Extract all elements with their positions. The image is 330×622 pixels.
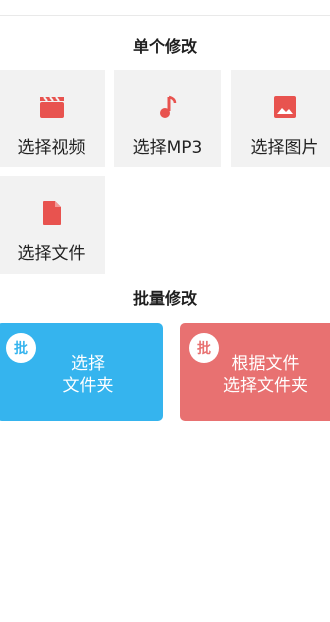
video-clapper-icon xyxy=(39,96,64,118)
select-mp3-tile[interactable]: 选择MP3 xyxy=(114,70,221,167)
batch-by-file-text: 根据文件 选择文件夹 xyxy=(188,353,330,397)
select-video-label: 选择视频 xyxy=(17,138,86,158)
select-image-tile[interactable]: 选择图片 xyxy=(231,70,330,167)
music-note-icon xyxy=(159,95,176,118)
batch-by-file-line2: 选择文件夹 xyxy=(223,376,308,396)
file-icon xyxy=(42,201,61,225)
batch-by-file-card[interactable]: 批 根据文件 选择文件夹 xyxy=(180,323,330,421)
select-file-tile[interactable]: 选择文件 xyxy=(0,176,105,274)
batch-edit-title: 批量修改 xyxy=(132,289,197,308)
single-edit-title: 单个修改 xyxy=(132,37,197,56)
select-mp3-label: 选择MP3 xyxy=(132,138,203,158)
batch-select-folder-card[interactable]: 批 选择 文件夹 xyxy=(0,323,163,421)
batch-by-file-line1: 根据文件 xyxy=(231,354,300,374)
batch-folder-line1: 选择 xyxy=(71,354,105,374)
select-image-label: 选择图片 xyxy=(250,138,319,158)
image-icon xyxy=(273,96,296,118)
select-video-tile[interactable]: 选择视频 xyxy=(0,70,105,167)
batch-folder-text: 选择 文件夹 xyxy=(5,353,171,397)
top-divider xyxy=(0,15,330,16)
select-file-label: 选择文件 xyxy=(17,244,86,264)
batch-folder-line2: 文件夹 xyxy=(62,376,114,396)
